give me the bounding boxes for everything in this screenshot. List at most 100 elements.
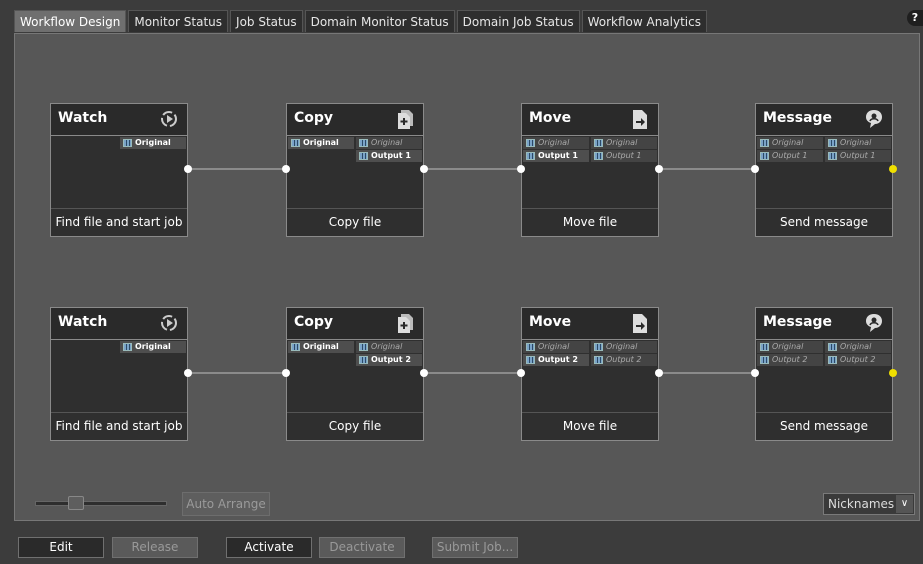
chevron-down-icon[interactable]: ∨	[896, 495, 913, 513]
parameter-chip[interactable]: Original	[288, 137, 354, 149]
node-title: Copy	[294, 314, 334, 330]
deactivate-button[interactable]: Deactivate	[319, 537, 405, 558]
tab-workflow-design[interactable]: Workflow Design	[14, 10, 127, 32]
parameter-chip[interactable]: Output 1	[757, 150, 823, 162]
output-port-active[interactable]	[889, 165, 897, 173]
nicknames-select[interactable]: Nicknames ∨	[823, 493, 915, 515]
output-port[interactable]	[655, 369, 663, 377]
node-title: Move	[529, 314, 572, 330]
message-icon	[864, 312, 884, 334]
tab-job-status[interactable]: Job Status	[230, 10, 303, 32]
workflow-node-message[interactable]: Message Original Output 1 Original Output 1 S…	[755, 103, 893, 237]
parameter-chip[interactable]: Original	[120, 341, 186, 353]
node-header: Message	[756, 308, 892, 340]
tab-domain-job-status[interactable]: Domain Job Status	[456, 10, 580, 32]
file-parameter-icon	[594, 152, 603, 160]
parameter-chip[interactable]: Output 2	[356, 354, 422, 366]
node-description: Find file and start job	[51, 412, 187, 440]
zoom-slider[interactable]	[35, 495, 167, 511]
tab-domain-monitor-status[interactable]: Domain Monitor Status	[304, 10, 455, 32]
file-parameter-icon	[760, 139, 769, 147]
workflow-node-watch[interactable]: Watch Original Find file and start job	[50, 103, 188, 237]
parameter-chip[interactable]: Original	[757, 341, 823, 353]
parameter-chip[interactable]: Original	[591, 137, 657, 149]
parameter-chip-label: Original	[538, 342, 570, 351]
parameter-chip[interactable]: Original	[120, 137, 186, 149]
parameter-chip[interactable]: Original	[591, 341, 657, 353]
node-description: Move file	[522, 412, 658, 440]
parameter-chip[interactable]: Original	[757, 137, 823, 149]
file-parameter-icon	[359, 356, 368, 364]
parameter-chip-label: Output 1	[371, 151, 411, 160]
watch-icon	[159, 312, 179, 334]
parameter-chip[interactable]: Original	[356, 137, 422, 149]
edit-button[interactable]: Edit	[18, 537, 104, 558]
output-port[interactable]	[184, 165, 192, 173]
parameter-chip[interactable]: Original	[825, 341, 891, 353]
zoom-slider-thumb[interactable]	[68, 496, 84, 510]
input-port[interactable]	[282, 369, 290, 377]
output-port[interactable]	[420, 369, 428, 377]
activate-button[interactable]: Activate	[226, 537, 312, 558]
workflow-node-message[interactable]: Message Original Output 2 Original Output 2 S…	[755, 307, 893, 441]
output-port-active[interactable]	[889, 369, 897, 377]
parameter-chip-label: Original	[840, 138, 872, 147]
parameter-chip[interactable]: Output 1	[825, 150, 891, 162]
parameter-chip[interactable]: Output 1	[523, 150, 589, 162]
file-parameter-icon	[291, 139, 300, 147]
submit-job-button[interactable]: Submit Job...	[432, 537, 518, 558]
workflow-node-copy[interactable]: Copy Original Original Output 1 Copy file	[286, 103, 424, 237]
file-parameter-icon	[828, 139, 837, 147]
node-description: Move file	[522, 208, 658, 236]
parameter-chip[interactable]: Output 1	[356, 150, 422, 162]
tab-monitor-status[interactable]: Monitor Status	[128, 10, 229, 32]
output-port[interactable]	[184, 369, 192, 377]
file-parameter-icon	[359, 152, 368, 160]
parameter-chip[interactable]: Output 2	[523, 354, 589, 366]
input-port[interactable]	[751, 369, 759, 377]
tab-workflow-analytics[interactable]: Workflow Analytics	[581, 10, 707, 32]
workflow-node-watch[interactable]: Watch Original Find file and start job	[50, 307, 188, 441]
parameter-chip[interactable]: Original	[288, 341, 354, 353]
parameter-chip[interactable]: Output 2	[757, 354, 823, 366]
file-parameter-icon	[359, 343, 368, 351]
node-description: Send message	[756, 208, 892, 236]
help-button[interactable]: ?	[907, 10, 923, 26]
zoom-slider-track	[35, 501, 167, 506]
input-port[interactable]	[517, 369, 525, 377]
workflow-canvas[interactable]: Auto Arrange Nicknames ∨ Watch Original Fi…	[14, 33, 920, 521]
parameter-chip[interactable]: Output 1	[591, 150, 657, 162]
input-port[interactable]	[751, 165, 759, 173]
parameter-chip-label: Output 2	[538, 355, 578, 364]
parameter-chip[interactable]: Original	[356, 341, 422, 353]
node-header: Move	[522, 104, 658, 136]
auto-arrange-button[interactable]: Auto Arrange	[182, 492, 270, 516]
node-header: Copy	[287, 308, 423, 340]
parameter-chip[interactable]: Output 2	[825, 354, 891, 366]
parameter-chip-label: Original	[606, 138, 638, 147]
input-port[interactable]	[517, 165, 525, 173]
file-parameter-icon	[359, 139, 368, 147]
file-parameter-icon	[526, 139, 535, 147]
output-port[interactable]	[655, 165, 663, 173]
output-port[interactable]	[420, 165, 428, 173]
parameter-chip-label: Output 2	[772, 355, 808, 364]
input-port[interactable]	[282, 165, 290, 173]
parameter-chip[interactable]: Output 2	[591, 354, 657, 366]
parameter-chip[interactable]: Original	[825, 137, 891, 149]
parameter-chip-label: Original	[606, 342, 638, 351]
node-description: Send message	[756, 412, 892, 440]
message-icon	[864, 108, 884, 130]
workflow-node-move[interactable]: Move Original Output 1 Original Output 1 Move…	[521, 103, 659, 237]
parameter-chip-label: Original	[303, 138, 339, 147]
file-parameter-icon	[760, 343, 769, 351]
release-button[interactable]: Release	[112, 537, 198, 558]
parameter-chip[interactable]: Original	[523, 341, 589, 353]
workflow-node-move[interactable]: Move Original Output 2 Original Output 2 Move…	[521, 307, 659, 441]
parameter-chip[interactable]: Original	[523, 137, 589, 149]
workflow-node-copy[interactable]: Copy Original Original Output 2 Copy file	[286, 307, 424, 441]
node-title: Move	[529, 110, 572, 126]
parameter-chip-label: Original	[135, 138, 171, 147]
node-title: Message	[763, 110, 833, 126]
parameter-chip-label: Original	[772, 342, 804, 351]
